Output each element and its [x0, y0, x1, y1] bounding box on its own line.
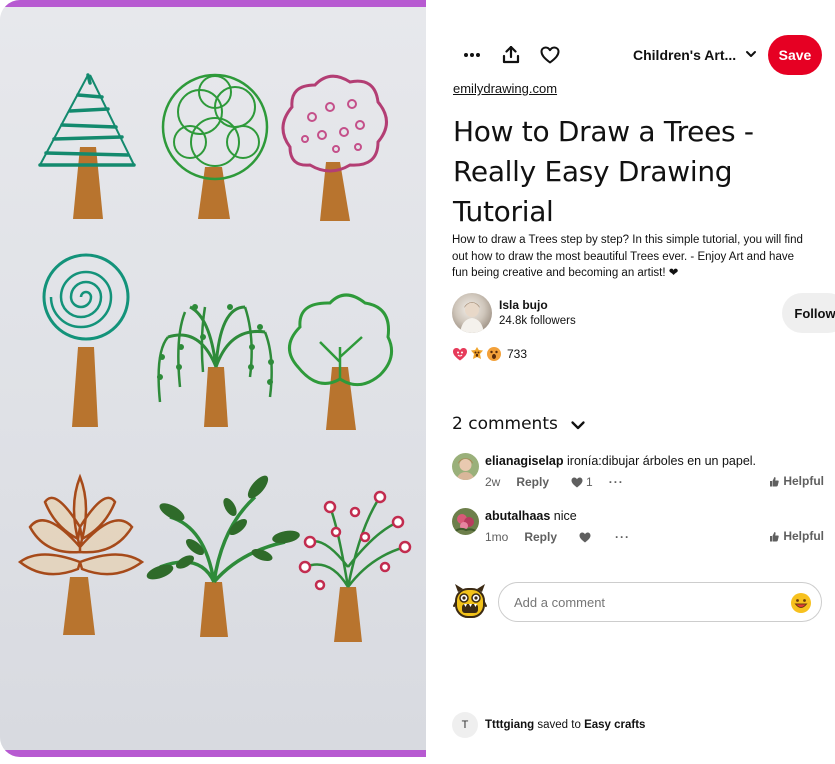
pin-title: How to Draw a Trees - Really Easy Drawin… — [453, 115, 754, 228]
comment-item: abutalhaas nice 1mo Reply ··· Helpful — [452, 508, 824, 548]
comment-more-icon[interactable]: ··· — [615, 530, 630, 544]
comments-count: 2 comments — [452, 414, 558, 434]
tree-leaves — [146, 475, 300, 637]
comment-more-icon[interactable]: ··· — [609, 475, 624, 489]
trees-illustration — [17, 73, 412, 642]
board-dropdown[interactable]: Children's Art... — [633, 35, 763, 75]
creator-row: Isla bujo 24.8k followers Follow — [452, 293, 835, 333]
tree-pink-cloud — [281, 74, 388, 221]
creator-avatar[interactable] — [452, 293, 492, 333]
comments-header[interactable]: 2 comments — [452, 412, 586, 436]
saved-text: Ttttgiang saved to Easy crafts — [485, 719, 645, 731]
share-upload-icon[interactable] — [491, 35, 531, 75]
comment-username[interactable]: abutalhaas — [485, 509, 550, 523]
comment-avatar[interactable] — [452, 453, 479, 480]
thumbs-up-icon — [770, 476, 780, 486]
tree-berries — [298, 490, 412, 642]
comment-text: elianagiselap ironía:dibujar árboles en … — [485, 454, 756, 468]
saved-activity: T Ttttgiang saved to Easy crafts — [452, 712, 645, 738]
heart-filled-icon — [579, 532, 591, 542]
tree-scribble — [161, 73, 269, 219]
comment-avatar[interactable] — [452, 508, 479, 535]
more-horizontal-icon[interactable] — [452, 35, 492, 75]
emoji-picker-icon[interactable] — [790, 592, 812, 614]
chevron-down-icon — [571, 421, 585, 430]
comment-age: 2w — [485, 475, 501, 489]
helpful-button[interactable]: Helpful — [769, 474, 824, 488]
current-user-avatar[interactable] — [452, 582, 488, 622]
source-link[interactable]: emilydrawing.com — [453, 81, 557, 96]
add-comment-row: Add a comment — [452, 580, 824, 624]
pin-details: Children's Art... Save emilydrawing.com … — [426, 0, 835, 764]
wow-reaction-icon — [469, 346, 485, 362]
chevron-down-icon — [746, 51, 756, 57]
reactions-summary[interactable]: 733 — [452, 344, 527, 364]
reaction-count: 733 — [507, 347, 528, 361]
comment-like-button[interactable] — [579, 532, 591, 543]
comment-input[interactable]: Add a comment — [498, 582, 822, 622]
pin-description: How to draw a Trees step by step? In thi… — [452, 234, 803, 279]
saver-avatar[interactable]: T — [452, 712, 478, 738]
comment-body: ironía:dibujar árboles en un papel. — [567, 454, 757, 468]
heart-filled-icon — [571, 477, 583, 487]
saved-board-name[interactable]: Easy crafts — [584, 719, 645, 731]
tree-spiral — [42, 253, 130, 427]
creator-name[interactable]: Isla bujo — [499, 298, 548, 312]
comment-like-button[interactable]: 1 — [571, 475, 593, 489]
tree-pine — [38, 73, 136, 219]
helpful-label: Helpful — [783, 529, 824, 543]
reply-button[interactable]: Reply — [516, 475, 549, 489]
board-name: Children's Art... — [633, 47, 737, 63]
reply-button[interactable]: Reply — [524, 530, 557, 544]
pin-toolbar: Children's Art... Save — [426, 35, 835, 75]
saver-name[interactable]: Ttttgiang — [485, 719, 534, 731]
comment-body: nice — [553, 509, 577, 523]
pin-closeup: Children's Art... Save emilydrawing.com … — [0, 0, 835, 764]
tree-autumn — [17, 473, 145, 635]
image-border-top — [0, 0, 426, 7]
comment-age: 1mo — [485, 530, 509, 544]
comment-username[interactable]: elianagiselap — [485, 454, 564, 468]
thumbs-up-icon — [770, 531, 780, 541]
surprised-reaction-icon — [486, 346, 502, 362]
creator-followers: 24.8k followers — [499, 315, 576, 327]
saved-to-label: saved to — [537, 719, 581, 731]
heart-eyes-reaction-icon — [452, 346, 468, 362]
comment-meta: 2w Reply 1 ··· — [485, 474, 624, 490]
comment-like-count: 1 — [586, 475, 593, 489]
helpful-button[interactable]: Helpful — [769, 529, 824, 543]
pin-image[interactable] — [0, 0, 426, 757]
tree-outline-green — [288, 293, 394, 430]
image-border-bottom — [0, 750, 426, 757]
save-button[interactable]: Save — [768, 35, 822, 75]
follow-button[interactable]: Follow — [782, 293, 835, 333]
helpful-label: Helpful — [783, 474, 824, 488]
heart-outline-icon[interactable] — [530, 35, 570, 75]
tree-willow — [157, 304, 274, 427]
comment-placeholder: Add a comment — [514, 595, 606, 610]
comment-meta: 1mo Reply ··· — [485, 529, 630, 545]
comment-item: elianagiselap ironía:dibujar árboles en … — [452, 453, 824, 493]
comment-text: abutalhaas nice — [485, 509, 577, 523]
